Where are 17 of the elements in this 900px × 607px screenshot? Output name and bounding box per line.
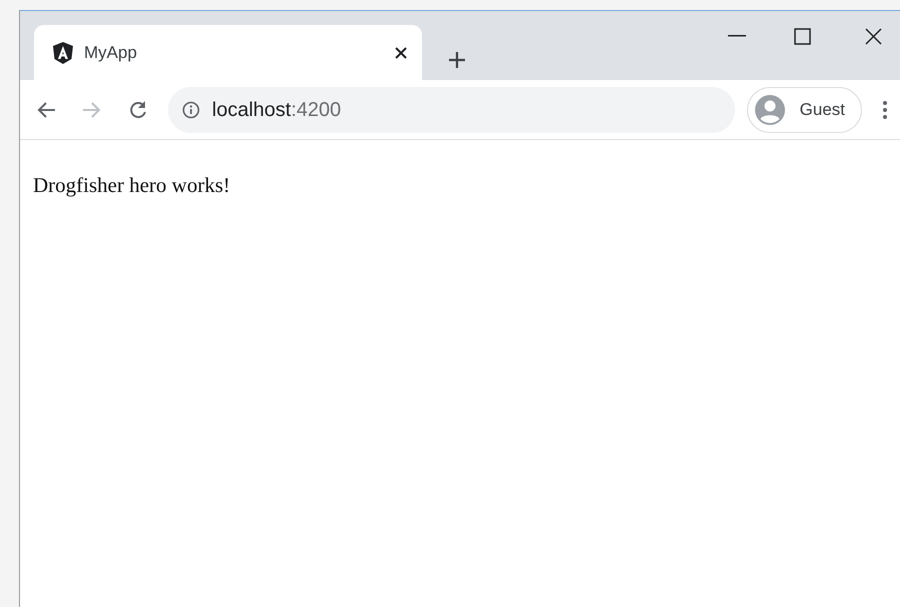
- menu-icon[interactable]: [882, 100, 888, 120]
- profile-button[interactable]: Guest: [746, 86, 862, 132]
- close-window-icon[interactable]: [865, 28, 882, 45]
- address-bar[interactable]: localhost:4200: [168, 86, 735, 132]
- tab-title: MyApp: [84, 42, 138, 64]
- avatar-icon: [754, 94, 786, 126]
- reload-icon[interactable]: [128, 100, 148, 120]
- maximize-icon[interactable]: [794, 28, 811, 45]
- close-tab-icon[interactable]: [394, 46, 408, 60]
- info-icon: [182, 100, 200, 118]
- browser-tab[interactable]: MyApp: [34, 25, 422, 80]
- minimize-icon[interactable]: [728, 35, 746, 37]
- page-text: Drogfisher hero works!: [33, 173, 230, 197]
- shield-logo-icon: [52, 40, 74, 64]
- back-icon[interactable]: [36, 100, 56, 118]
- new-tab-icon[interactable]: [448, 51, 466, 69]
- url-text: localhost:4200: [212, 98, 341, 122]
